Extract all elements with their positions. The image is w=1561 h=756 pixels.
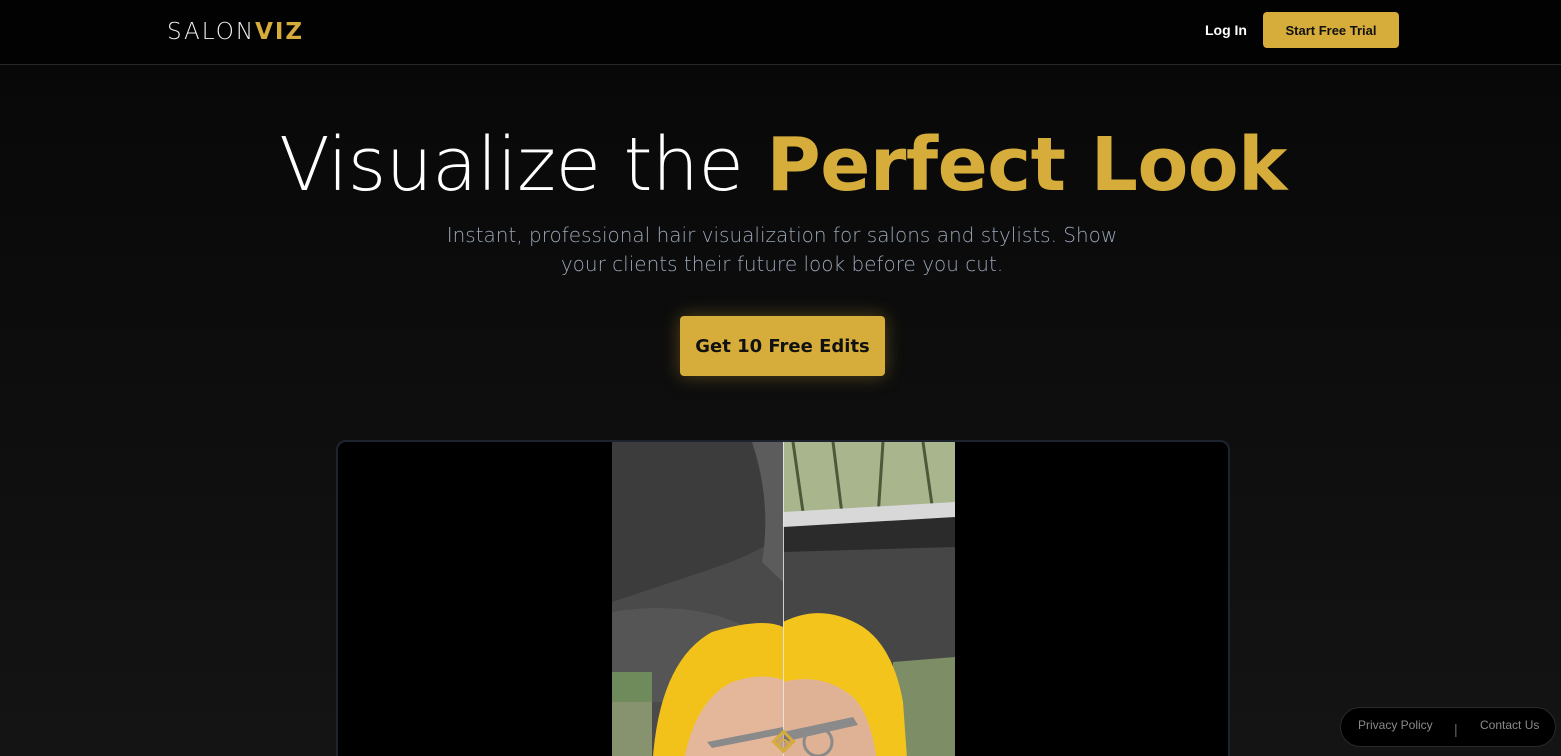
- hero-subtitle: Instant, professional hair visualization…: [446, 223, 1118, 276]
- logo-text-main: SALON: [167, 19, 256, 45]
- logo-text-accent: VIZ: [255, 19, 305, 45]
- start-free-trial-button[interactable]: Start Free Trial: [1263, 12, 1399, 48]
- footer-separator: |: [1454, 721, 1458, 737]
- get-free-edits-button[interactable]: Get 10 Free Edits: [680, 316, 885, 376]
- before-image: [612, 442, 783, 756]
- privacy-policy-link[interactable]: Privacy Policy: [1358, 718, 1433, 732]
- before-after-preview: [336, 440, 1230, 756]
- hero-title: Visualize the Perfect Look: [0, 122, 1561, 208]
- salonviz-logo[interactable]: SALONVIZ: [167, 19, 304, 45]
- hero-title-accent: Perfect Look: [766, 122, 1287, 208]
- comparison-divider[interactable]: [783, 442, 784, 756]
- login-link[interactable]: Log In: [1205, 22, 1247, 38]
- top-nav: SALONVIZ Log In Start Free Trial: [0, 0, 1561, 65]
- hero-title-plain: Visualize the: [279, 122, 744, 208]
- after-image: [783, 442, 955, 756]
- footer-links: Privacy Policy | Contact Us: [1340, 707, 1556, 747]
- contact-us-link[interactable]: Contact Us: [1480, 718, 1539, 732]
